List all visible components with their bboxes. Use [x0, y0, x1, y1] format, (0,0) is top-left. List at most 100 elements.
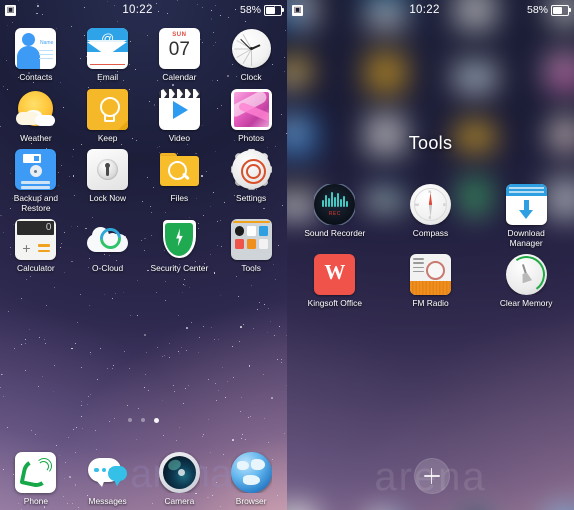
- app-label: Contacts: [19, 72, 53, 82]
- battery-icon: [264, 4, 284, 16]
- page-dot-active[interactable]: [154, 418, 159, 423]
- calendar-icon: SUN 07: [158, 28, 200, 69]
- calendar-weekday: SUN: [172, 32, 187, 38]
- contacts-name-text: Name: [40, 40, 54, 46]
- dock: Phone Messages Camera Browser: [0, 452, 287, 506]
- sim-card-icon: ▣: [5, 4, 16, 16]
- app-keep[interactable]: Keep: [72, 83, 144, 144]
- tools-folder-icon: [230, 219, 272, 261]
- dual-screenshot: ▣ 10:22 58% Name Contacts @ Email SUN 07…: [0, 0, 574, 510]
- app-o-cloud[interactable]: O-Cloud: [72, 213, 144, 274]
- clear-memory-icon: [505, 254, 547, 296]
- app-lock-now[interactable]: Lock Now: [72, 143, 144, 213]
- status-bar: ▣ 10:22 58%: [287, 0, 574, 20]
- app-download-manager[interactable]: Download Manager: [478, 178, 574, 248]
- app-clear-memory[interactable]: Clear Memory: [478, 248, 574, 309]
- status-bar: ▣ 10:22 58%: [0, 0, 287, 20]
- app-files[interactable]: Files: [144, 143, 216, 213]
- status-left: ▣: [287, 4, 352, 16]
- status-right: 58%: [210, 4, 287, 16]
- dock-label: Phone: [23, 496, 48, 506]
- app-label: Weather: [20, 132, 52, 143]
- app-label: Sound Recorder: [304, 228, 366, 238]
- dock-camera[interactable]: Camera: [144, 452, 216, 506]
- app-label: Download Manager: [507, 228, 545, 248]
- fm-radio-icon: [409, 254, 451, 296]
- app-label: Email: [97, 72, 119, 82]
- photos-icon: [230, 88, 272, 130]
- status-clock: 10:22: [409, 4, 440, 16]
- compass-icon: N S W E: [409, 184, 451, 225]
- folder-panel: Tools REC Sound Recorder N S W E Compass…: [287, 0, 574, 510]
- settings-icon: [230, 149, 272, 191]
- files-icon: [159, 149, 200, 190]
- weather-icon: [15, 89, 56, 130]
- status-clock: 10:22: [122, 4, 153, 16]
- app-label: Tools: [241, 263, 261, 274]
- keep-icon: [87, 88, 129, 130]
- o-cloud-icon: [87, 219, 129, 260]
- folder-app-row: REC Sound Recorder N S W E Compass Downl…: [287, 178, 574, 248]
- left-screen-home: ▣ 10:22 58% Name Contacts @ Email SUN 07…: [0, 0, 287, 510]
- kingsoft-office-icon: W: [314, 254, 356, 296]
- app-label: Lock Now: [89, 193, 127, 204]
- app-row: Weather Keep Video Photos: [0, 83, 287, 144]
- app-label: Photos: [238, 132, 265, 143]
- app-label: Video: [168, 132, 191, 143]
- calendar-day: 07: [168, 39, 190, 60]
- sim-card-icon: ▣: [292, 4, 303, 16]
- page-dot[interactable]: [128, 418, 132, 422]
- contacts-icon: Name: [15, 28, 57, 69]
- calculator-display: 0: [17, 221, 55, 236]
- app-sound-recorder[interactable]: REC Sound Recorder: [287, 178, 383, 248]
- security-center-icon: [159, 219, 200, 260]
- app-calculator[interactable]: 0 + Calculator: [0, 213, 72, 274]
- dock-phone[interactable]: Phone: [0, 452, 72, 506]
- app-weather[interactable]: Weather: [0, 83, 72, 144]
- phone-icon: [15, 452, 57, 493]
- app-compass[interactable]: N S W E Compass: [383, 178, 479, 248]
- app-settings[interactable]: Settings: [215, 143, 287, 213]
- app-backup-and-restore[interactable]: Backup and Restore: [0, 143, 72, 213]
- app-label: Keep: [97, 132, 118, 143]
- app-label: Clock: [240, 72, 262, 82]
- app-security-center[interactable]: Security Center: [144, 213, 216, 274]
- folder-title[interactable]: Tools: [287, 133, 574, 154]
- status-right: 58%: [497, 4, 574, 16]
- add-app-button[interactable]: [413, 458, 450, 494]
- video-icon: [158, 88, 200, 130]
- dock-browser[interactable]: Browser: [215, 452, 287, 506]
- dock-messages[interactable]: Messages: [72, 452, 144, 506]
- app-email[interactable]: @ Email: [72, 22, 144, 83]
- app-tools-folder[interactable]: Tools: [215, 213, 287, 274]
- app-label: FM Radio: [412, 298, 449, 309]
- email-icon: @: [87, 28, 129, 69]
- app-clock[interactable]: Clock: [215, 22, 287, 83]
- battery-percent-label: 58%: [239, 4, 261, 16]
- backup-restore-icon: [15, 149, 57, 191]
- app-label: Files: [170, 193, 189, 204]
- app-fm-radio[interactable]: FM Radio: [383, 248, 479, 309]
- messages-icon: [87, 452, 128, 493]
- right-screen-folder: ▣ 10:22 58% arena Tools REC Sound Record…: [287, 0, 574, 510]
- page-dot[interactable]: [141, 418, 145, 422]
- calculator-icon: 0 +: [15, 219, 57, 261]
- app-grid: Name Contacts @ Email SUN 07 Calendar Cl…: [0, 22, 287, 274]
- app-photos[interactable]: Photos: [215, 83, 287, 144]
- camera-icon: [158, 452, 200, 493]
- app-label: Settings: [235, 193, 267, 204]
- app-contacts[interactable]: Name Contacts: [0, 22, 72, 83]
- app-kingsoft-office[interactable]: W Kingsoft Office: [287, 248, 383, 309]
- app-video[interactable]: Video: [144, 83, 216, 144]
- lock-now-icon: [87, 149, 129, 191]
- app-label: Calendar: [162, 72, 197, 82]
- dock-label: Camera: [164, 496, 195, 506]
- sound-recorder-icon: REC: [314, 184, 356, 225]
- app-label: Security Center: [150, 263, 209, 274]
- rec-badge: REC: [328, 211, 341, 217]
- app-row: Backup and Restore Lock Now Files Settin…: [0, 143, 287, 213]
- battery-icon: [551, 4, 571, 16]
- app-calendar[interactable]: SUN 07 Calendar: [144, 22, 216, 83]
- page-indicator[interactable]: [0, 418, 287, 423]
- app-row: 0 + Calculator O-Cloud Security Center T…: [0, 213, 287, 274]
